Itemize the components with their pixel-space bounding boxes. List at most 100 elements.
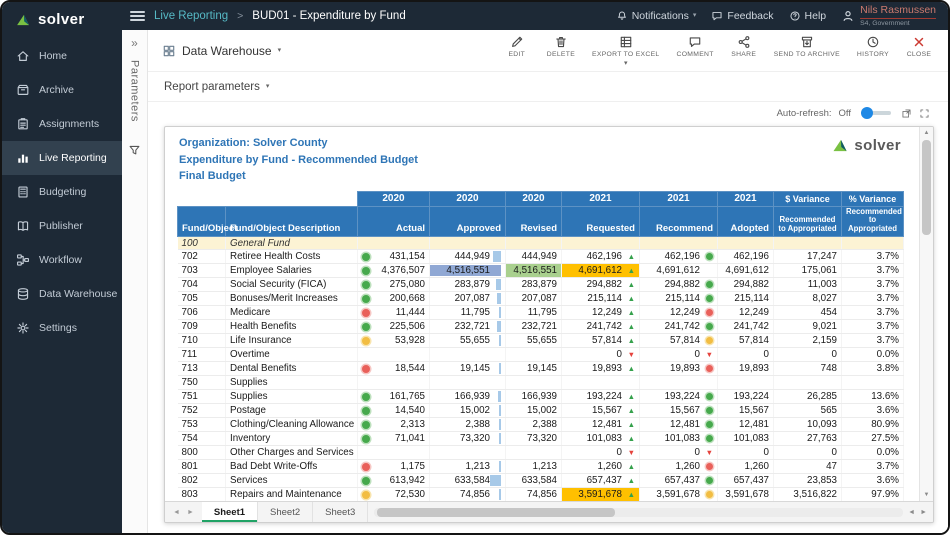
send-to-archive-button[interactable]: SEND TO ARCHIVE	[774, 35, 840, 58]
table-row[interactable]: 750Supplies	[178, 376, 904, 390]
scrollbar-thumb[interactable]	[377, 508, 615, 517]
feedback-button[interactable]: Feedback	[711, 10, 773, 22]
comment-button[interactable]: COMMENT	[677, 35, 714, 58]
share-button[interactable]: SHARE	[731, 35, 757, 58]
arrow-up-icon: ▲	[628, 323, 635, 331]
table-row[interactable]: 709Health Benefits225,506232,721232,7212…	[178, 320, 904, 334]
parameters-rail: » Parameters	[122, 30, 148, 533]
sidebar-item-settings[interactable]: Settings	[2, 311, 122, 345]
toggle-knob	[861, 107, 873, 119]
notifications-label: Notifications	[632, 10, 689, 22]
filter-icon[interactable]	[128, 144, 141, 157]
table-row[interactable]: 800Other Charges and Services0▼0▼000.0%	[178, 446, 904, 460]
horizontal-scrollbar[interactable]	[374, 508, 903, 517]
scroll-up-icon[interactable]: ▲	[924, 127, 930, 139]
table-row[interactable]: 754Inventory71,04173,32073,320101,083▲10…	[178, 432, 904, 446]
chevron-down-icon: ▾	[693, 12, 697, 19]
sheet-prev-icon[interactable]: ◄	[173, 509, 180, 516]
sidebar-item-home[interactable]: Home	[2, 39, 122, 73]
table-row[interactable]: 703Employee Salaries4,376,5074,516,5514,…	[178, 264, 904, 278]
menu-icon[interactable]	[130, 9, 145, 23]
workflow-icon	[16, 253, 30, 267]
arrow-up-icon: ▲	[628, 477, 635, 485]
status-green-icon	[362, 477, 370, 485]
arrow-up-icon: ▲	[628, 281, 635, 289]
brand-name: solver	[38, 11, 85, 28]
expand-parameters-icon[interactable]: »	[131, 36, 138, 50]
sidebar-item-live-reporting[interactable]: Live Reporting	[2, 141, 122, 175]
notifications-button[interactable]: Notifications ▾	[616, 10, 697, 22]
table-row[interactable]: 702Retiree Health Costs431,154444,949444…	[178, 250, 904, 264]
sheet-tab-sheet3[interactable]: Sheet3	[313, 502, 368, 522]
sidebar-item-label: Publisher	[39, 220, 83, 232]
arrow-down-icon: ▼	[628, 449, 635, 457]
sidebar-item-assignments[interactable]: Assignments	[2, 107, 122, 141]
page-title: BUD01 - Expenditure by Fund	[252, 10, 405, 22]
user-text: Nils Rasmussen S4, Government	[860, 5, 936, 27]
export-to-excel-button[interactable]: EXPORT TO EXCEL▾	[592, 35, 659, 67]
table-row[interactable]: 803Repairs and Maintenance72,53074,85674…	[178, 488, 904, 501]
header-label-row: Fund/ObjectFund/Object DescriptionActual…	[178, 206, 904, 237]
content-body: » Parameters Data Warehouse ▾ EDIT DELETE…	[122, 30, 948, 533]
user-org: S4, Government	[860, 20, 936, 27]
auto-refresh-toggle[interactable]	[861, 111, 891, 115]
history-button[interactable]: HISTORY	[857, 35, 889, 58]
sidebar-item-workflow[interactable]: Workflow	[2, 243, 122, 277]
table-row[interactable]: 801Bad Debt Write-Offs1,1751,2131,2131,2…	[178, 460, 904, 474]
table-row[interactable]: 711Overtime0▼0▼000.0%	[178, 348, 904, 362]
sidebar: solver HomeArchiveAssignmentsLive Report…	[2, 2, 122, 533]
scrollbar-thumb[interactable]	[922, 140, 931, 235]
scroll-right-icon[interactable]: ►	[920, 509, 927, 516]
breadcrumb-section[interactable]: Live Reporting	[154, 10, 228, 22]
table-row[interactable]: 802Services613,942633,584633,584657,437▲…	[178, 474, 904, 488]
arrow-up-icon: ▲	[628, 491, 635, 499]
scroll-down-icon[interactable]: ▼	[924, 489, 930, 501]
table-row[interactable]: 704Social Security (FICA)275,080283,8792…	[178, 278, 904, 292]
edit-button[interactable]: EDIT	[504, 35, 530, 58]
table-row[interactable]: 753Clothing/Cleaning Allowance2,3132,388…	[178, 418, 904, 432]
scroll-left-icon[interactable]: ◄	[908, 509, 915, 516]
fullscreen-icon[interactable]	[919, 108, 930, 119]
delete-button[interactable]: DELETE	[547, 35, 575, 58]
refresh-row: Auto-refresh: Off	[148, 102, 948, 124]
help-button[interactable]: Help	[789, 10, 827, 22]
sidebar-item-data-warehouse[interactable]: Data Warehouse	[2, 277, 122, 311]
vertical-scrollbar[interactable]: ▲ ▼	[919, 127, 933, 501]
sheet-next-icon[interactable]: ►	[187, 509, 194, 516]
popout-icon[interactable]	[901, 108, 912, 119]
table-row[interactable]: 710Life Insurance53,92855,65555,65557,81…	[178, 334, 904, 348]
solver-logo-icon	[831, 138, 850, 153]
status-green-icon	[706, 281, 713, 288]
arrow-up-icon: ▲	[628, 407, 635, 415]
budgeting-icon	[16, 185, 30, 199]
status-green-icon	[706, 295, 713, 302]
share-icon	[737, 35, 751, 49]
status-red-icon	[362, 463, 370, 471]
main-area: Live Reporting > BUD01 - Expenditure by …	[122, 2, 948, 533]
table-row[interactable]: 706Medicare11,44411,79511,79512,249▲12,2…	[178, 306, 904, 320]
table-row[interactable]: 705Bonuses/Merit Increases200,668207,087…	[178, 292, 904, 306]
table-row[interactable]: 751Supplies161,765166,939166,939193,224▲…	[178, 390, 904, 404]
sidebar-item-publisher[interactable]: Publisher	[2, 209, 122, 243]
user-menu[interactable]: Nils Rasmussen S4, Government	[841, 5, 936, 27]
table-row[interactable]: 713Dental Benefits18,54419,14519,14519,8…	[178, 362, 904, 376]
status-red-icon	[362, 309, 370, 317]
header-year-row: 202020202020202120212021$ Variance% Vari…	[178, 191, 904, 206]
data-source-selector[interactable]: Data Warehouse ▾	[162, 44, 281, 58]
report-table: 202020202020202120212021$ Variance% Vari…	[177, 191, 904, 502]
group-row[interactable]: 100General Fund	[178, 237, 904, 250]
send-archive-icon	[800, 35, 814, 49]
archive-icon	[16, 83, 30, 97]
sidebar-item-budgeting[interactable]: Budgeting	[2, 175, 122, 209]
arrow-up-icon: ▲	[628, 295, 635, 303]
status-green-icon	[706, 407, 713, 414]
arrow-up-icon: ▲	[628, 365, 635, 373]
sheet-tab-sheet2[interactable]: Sheet2	[258, 502, 313, 522]
report-parameters-toggle[interactable]: Report parameters ▾	[148, 72, 948, 102]
report-area: Organization: Solver County Expenditure …	[165, 127, 933, 501]
status-green-icon	[706, 393, 713, 400]
table-row[interactable]: 752Postage14,54015,00215,00215,567▲15,56…	[178, 404, 904, 418]
close-button[interactable]: CLOSE	[906, 35, 932, 58]
sheet-tab-sheet1[interactable]: Sheet1	[202, 502, 258, 522]
sidebar-item-archive[interactable]: Archive	[2, 73, 122, 107]
